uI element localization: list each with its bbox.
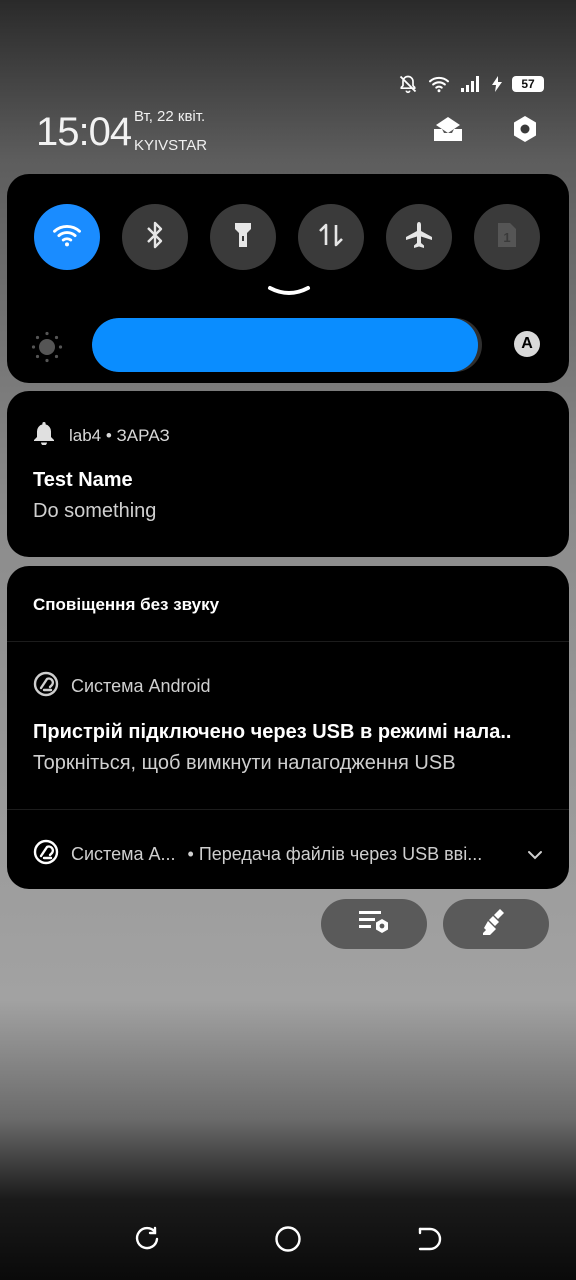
- sim-card-tile[interactable]: 1: [474, 204, 540, 270]
- flashlight-icon: [233, 221, 253, 254]
- mobile-data-tile[interactable]: [298, 204, 364, 270]
- inbox-icon: [432, 115, 464, 148]
- inbox-button[interactable]: [430, 113, 466, 149]
- notification-text: Торкніться, щоб вимкнути налагодження US…: [33, 752, 456, 774]
- brightness-slider[interactable]: [92, 318, 482, 372]
- notifications-off-icon: [398, 74, 418, 94]
- brightness-sun-icon: [31, 331, 63, 368]
- silent-section-header: Сповіщення без звуку: [33, 595, 220, 614]
- wifi-icon: [52, 222, 82, 253]
- notification-usb-file-transfer[interactable]: Система А... • Передача файлів через USB…: [33, 839, 543, 870]
- notification-text: • Передача файлів через USB вві...: [187, 844, 483, 864]
- carrier: KYIVSTAR: [134, 137, 208, 154]
- back-button[interactable]: [413, 1226, 443, 1256]
- back-icon: [414, 1225, 442, 1258]
- notification-settings-icon: [357, 907, 391, 942]
- wifi-icon: [428, 75, 450, 93]
- settings-icon: [510, 114, 540, 149]
- divider: [7, 809, 569, 810]
- silent-notifications-section: Сповіщення без звуку Система Android При…: [7, 566, 569, 889]
- signal-icon: [460, 75, 482, 93]
- expand-chevron-icon[interactable]: [267, 284, 311, 303]
- airplane-icon: [404, 220, 434, 255]
- clear-all-button[interactable]: [443, 899, 549, 949]
- flashlight-tile[interactable]: [210, 204, 276, 270]
- notification-title: Test Name: [33, 469, 133, 491]
- notification-lab4[interactable]: lab4 • ЗАРАЗ Test Name Do something: [7, 391, 569, 557]
- bluetooth-icon: [145, 221, 165, 254]
- divider: [7, 641, 569, 642]
- notification-app-name: Система Android: [71, 676, 211, 696]
- wifi-tile[interactable]: [34, 204, 100, 270]
- notification-title: Пристрій підключено через USB в режимі н…: [33, 721, 512, 743]
- quick-settings-panel: 1 A: [7, 174, 569, 383]
- status-bar: 57: [398, 72, 544, 96]
- notification-app-text: lab4 • ЗАРАЗ: [69, 425, 170, 445]
- notification-settings-button[interactable]: [321, 899, 427, 949]
- charging-bolt-icon: [492, 76, 502, 92]
- date: Вт, 22 квіт.: [134, 108, 206, 125]
- notification-app-line: lab4 • ЗАРАЗ: [33, 421, 170, 450]
- android-system-icon: [33, 839, 59, 870]
- bell-icon: [33, 421, 55, 450]
- recent-apps-button[interactable]: [132, 1226, 162, 1256]
- recent-apps-icon: [133, 1225, 161, 1258]
- home-button[interactable]: [273, 1225, 303, 1258]
- brightness-slider-fill: [92, 318, 479, 372]
- notification-app-line: Система Android: [33, 671, 211, 702]
- svg-text:1: 1: [503, 230, 510, 245]
- clear-all-icon: [480, 906, 512, 943]
- home-icon: [274, 1225, 302, 1258]
- battery-level: 57: [512, 76, 544, 92]
- chevron-down-icon[interactable]: [527, 844, 543, 865]
- auto-brightness-button[interactable]: A: [514, 331, 540, 357]
- clock: 15:04: [36, 110, 132, 154]
- sim-card-icon: 1: [496, 221, 518, 254]
- settings-button[interactable]: [507, 113, 543, 149]
- bluetooth-tile[interactable]: [122, 204, 188, 270]
- data-transfer-icon: [317, 221, 345, 254]
- airplane-mode-tile[interactable]: [386, 204, 452, 270]
- notification-app-name: Система А...: [71, 844, 176, 864]
- notification-text: Do something: [33, 500, 157, 522]
- android-system-icon: [33, 671, 59, 702]
